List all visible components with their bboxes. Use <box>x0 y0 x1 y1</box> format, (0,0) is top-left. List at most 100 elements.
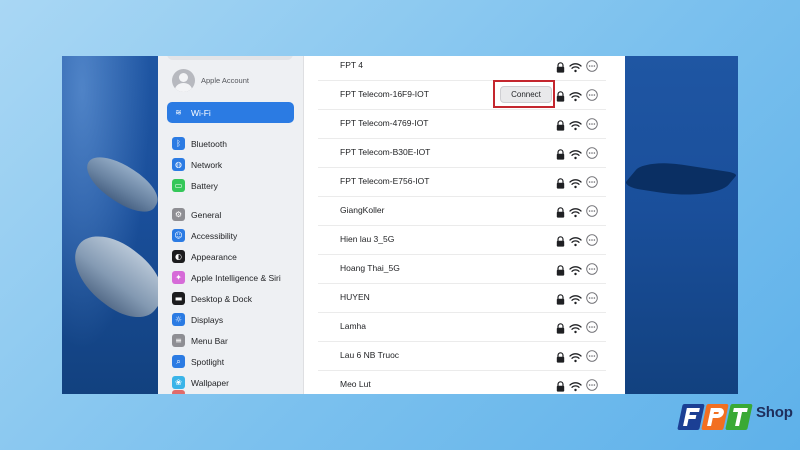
sidebar-item-menu-bar[interactable]: ≡ Menu Bar <box>167 330 294 351</box>
sidebar-item-network[interactable]: ◍ Network <box>167 154 294 175</box>
lock-icon <box>556 379 565 392</box>
network-name: FPT Telecom-4769-IOT <box>340 118 429 128</box>
sidebar-item-general[interactable]: ⚙ General <box>167 204 294 225</box>
lock-icon <box>556 89 565 102</box>
network-row[interactable]: FPT Telecom-E756-IOT <box>318 167 606 197</box>
sidebar-item-label: Battery <box>191 180 218 191</box>
more-options-icon[interactable] <box>586 378 598 391</box>
sidebar-item-label: Bluetooth <box>191 138 227 149</box>
sidebar-item-label: Spotlight <box>191 356 225 367</box>
more-options-icon[interactable] <box>586 175 598 188</box>
sidebar-next-item-peek <box>172 390 185 394</box>
sidebar-search-field[interactable] <box>167 56 293 60</box>
sidebar-item-spotlight[interactable]: ⌕ Spotlight <box>167 351 294 372</box>
wifi-signal-icon <box>569 321 582 334</box>
wifi-signal-icon <box>569 379 582 392</box>
connect-button[interactable]: Connect <box>500 86 552 103</box>
system-settings-window: Apple Account ≋ Wi-Fi ᛒ Bluetooth ◍ Network ▭ B… <box>158 56 625 394</box>
more-options-icon[interactable] <box>586 320 598 333</box>
sidebar-item-wallpaper[interactable]: ❀ Wallpaper <box>167 372 294 393</box>
sidebar-item-label: Desktop & Dock <box>191 293 252 304</box>
sidebar-item-accessibility[interactable]: ☺ Accessibility <box>167 225 294 246</box>
globe-icon: ◍ <box>172 158 185 171</box>
network-row[interactable]: Meo Lut <box>318 370 606 394</box>
wifi-network-list: FPT 4 FPT Telecom-16F9-IOT Connect FPT Tele… <box>318 56 606 394</box>
more-options-icon[interactable] <box>586 88 598 101</box>
battery-icon: ▭ <box>172 179 185 192</box>
sidebar-item-appearance[interactable]: ◐ Appearance <box>167 246 294 267</box>
sidebar-item-desktop-dock[interactable]: ▬ Desktop & Dock <box>167 288 294 309</box>
network-row[interactable]: GiangKoller <box>318 196 606 226</box>
lock-icon <box>556 350 565 363</box>
wifi-signal-icon <box>569 205 582 218</box>
sidebar-item-label: Wi-Fi <box>191 107 211 118</box>
network-name: FPT Telecom-16F9-IOT <box>340 89 429 99</box>
sidebar-item-displays[interactable]: ☼ Displays <box>167 309 294 330</box>
more-options-icon[interactable] <box>586 59 598 72</box>
network-name: HUYEN <box>340 292 370 302</box>
wifi-signal-icon <box>569 263 582 276</box>
network-name: Hien lau 3_5G <box>340 234 395 244</box>
display-icon: ☼ <box>172 313 185 326</box>
more-options-icon[interactable] <box>586 146 598 159</box>
lock-icon <box>556 263 565 276</box>
menubar-icon: ≡ <box>172 334 185 347</box>
wifi-signal-icon <box>569 60 582 73</box>
sidebar-item-label: Accessibility <box>191 230 238 241</box>
wifi-signal-icon <box>569 350 582 363</box>
wifi-icon: ≋ <box>175 108 182 117</box>
account-label: Apple Account <box>201 75 249 85</box>
siri-icon: ✦ <box>172 271 185 284</box>
network-name: FPT Telecom-B30E-IOT <box>340 147 431 157</box>
dock-icon: ▬ <box>172 292 185 305</box>
appearance-icon: ◐ <box>172 250 185 263</box>
more-options-icon[interactable] <box>586 291 598 304</box>
lock-icon <box>556 292 565 305</box>
more-options-icon[interactable] <box>586 262 598 275</box>
network-row[interactable]: Lamha <box>318 312 606 342</box>
network-row[interactable]: FPT Telecom-16F9-IOT Connect <box>318 80 606 110</box>
lock-icon <box>556 176 565 189</box>
sidebar-item-label: Wallpaper <box>191 377 229 388</box>
network-name: FPT 4 <box>340 60 363 70</box>
wifi-signal-icon <box>569 89 582 102</box>
network-name: Lau 6 NB Truoc <box>340 350 400 360</box>
network-row[interactable]: HUYEN <box>318 283 606 313</box>
network-row[interactable]: FPT Telecom-B30E-IOT <box>318 138 606 168</box>
lock-icon <box>556 321 565 334</box>
more-options-icon[interactable] <box>586 117 598 130</box>
wallpaper-light <box>62 56 162 394</box>
sidebar-item-label: Displays <box>191 314 224 325</box>
sidebar-item-bluetooth[interactable]: ᛒ Bluetooth <box>167 133 294 154</box>
apple-account[interactable]: Apple Account <box>172 67 249 93</box>
wifi-signal-icon <box>569 176 582 189</box>
sidebar-item-battery[interactable]: ▭ Battery <box>167 175 294 196</box>
wifi-signal-icon <box>569 234 582 247</box>
network-name: GiangKoller <box>340 205 385 215</box>
sidebar-item-apple-intelligence-siri[interactable]: ✦ Apple Intelligence & Siri <box>167 267 294 288</box>
network-name: Hoang Thai_5G <box>340 263 400 273</box>
network-name: Meo Lut <box>340 379 371 389</box>
sidebar-item-label: Menu Bar <box>191 335 228 346</box>
bluetooth-icon: ᛒ <box>172 137 185 150</box>
network-name: Lamha <box>340 321 366 331</box>
accessibility-icon: ☺ <box>172 229 185 242</box>
more-options-icon[interactable] <box>586 349 598 362</box>
lock-icon <box>556 147 565 160</box>
lock-icon <box>556 60 565 73</box>
lock-icon <box>556 205 565 218</box>
network-name: FPT Telecom-E756-IOT <box>340 176 430 186</box>
network-row[interactable]: Lau 6 NB Truoc <box>318 341 606 371</box>
dolphin-fin-image <box>621 158 738 202</box>
search-icon: ⌕ <box>172 355 185 368</box>
sidebar-item-label: Network <box>191 159 223 170</box>
brand-shop-label: Shop <box>756 404 793 421</box>
more-options-icon[interactable] <box>586 233 598 246</box>
more-options-icon[interactable] <box>586 204 598 217</box>
sidebar-item-wi-fi[interactable]: ≋ Wi-Fi <box>167 102 294 123</box>
network-row[interactable]: FPT Telecom-4769-IOT <box>318 109 606 139</box>
network-row[interactable]: Hoang Thai_5G <box>318 254 606 284</box>
network-row[interactable]: Hien lau 3_5G <box>318 225 606 255</box>
network-row[interactable]: FPT 4 <box>318 56 606 81</box>
wallpaper-icon: ❀ <box>172 376 185 389</box>
